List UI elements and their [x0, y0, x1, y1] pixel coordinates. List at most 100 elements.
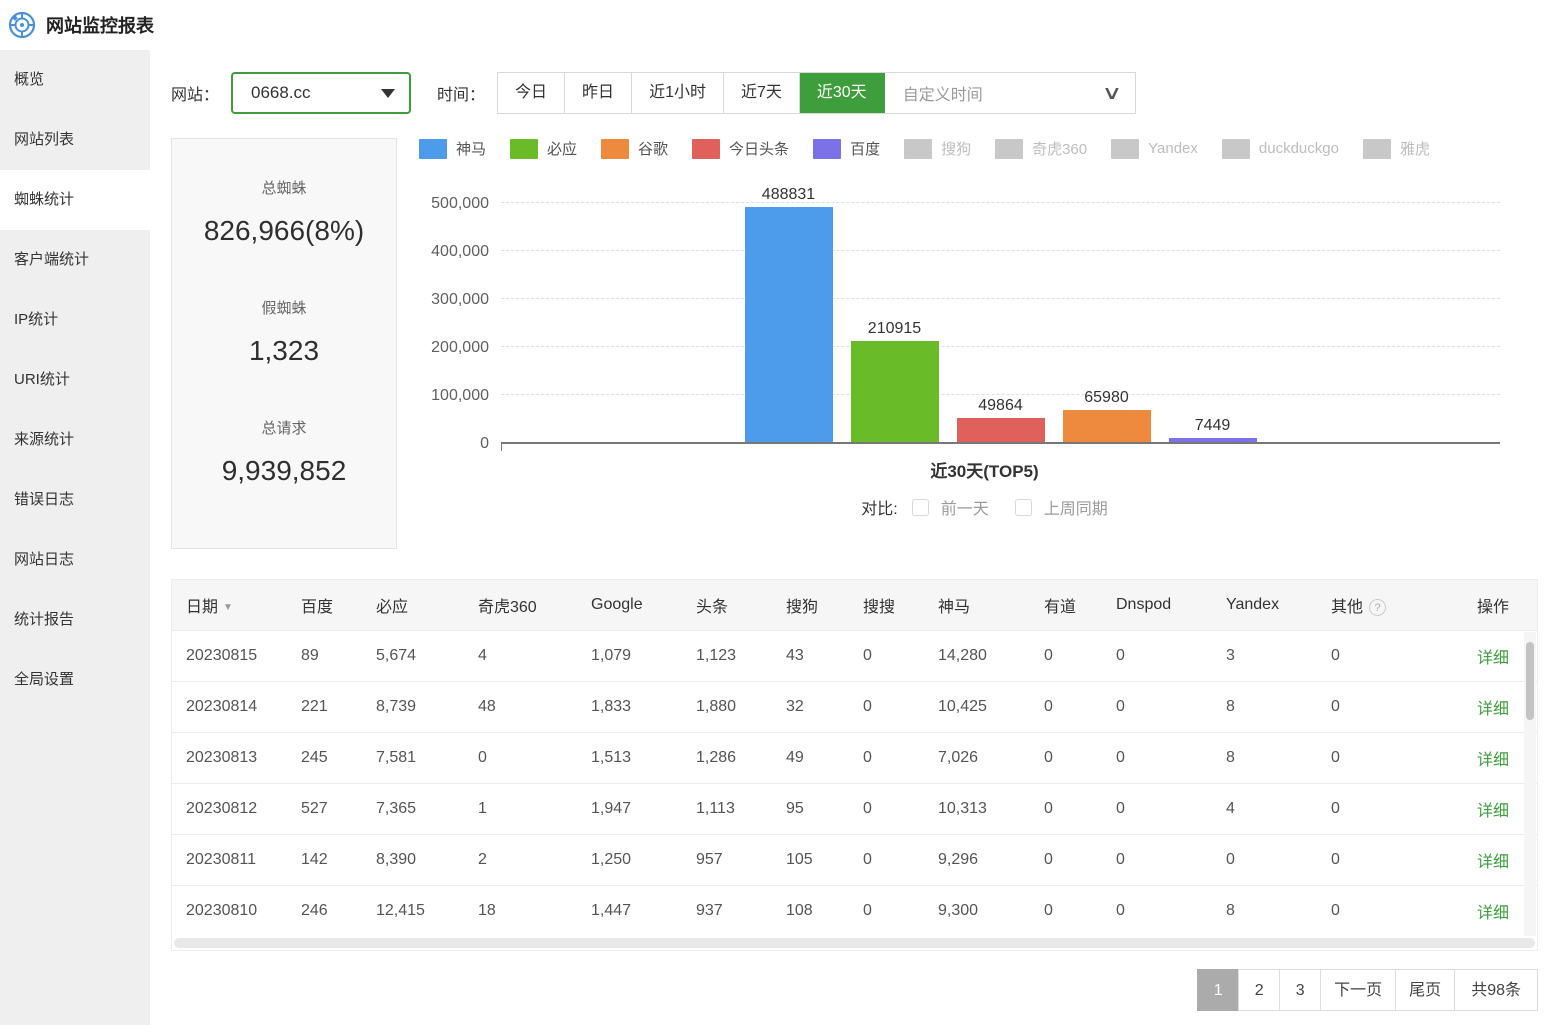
bar-bing[interactable]: 210915: [851, 320, 939, 442]
detail-link[interactable]: 详细: [1477, 752, 1509, 769]
compare-row: 对比: 前一天 上周同期: [419, 495, 1500, 519]
legend-item-qihu360[interactable]: 奇虎360: [995, 138, 1087, 159]
table-row: 20230814 2218,739 481,833 1,88032 010,42…: [172, 681, 1537, 732]
bar-value-label: 488831: [762, 186, 815, 204]
x-axis-line: [501, 442, 1500, 444]
sidebar-item-client-stats[interactable]: 客户端统计: [0, 230, 150, 290]
col-header-other: 其他?: [1331, 580, 1461, 630]
detail-link[interactable]: 详细: [1477, 650, 1509, 667]
sidebar-item-site-log[interactable]: 网站日志: [0, 530, 150, 590]
bar-value-label: 65980: [1084, 389, 1129, 407]
compare-prev-day-label: 前一天: [941, 495, 989, 519]
sort-desc-icon: ▼: [223, 602, 233, 613]
detail-link[interactable]: 详细: [1477, 803, 1509, 820]
legend-item-sogou[interactable]: 搜狗: [904, 138, 971, 159]
next-page-button[interactable]: 下一页: [1320, 969, 1396, 1011]
legend-item-duckduckgo[interactable]: duckduckgo: [1222, 138, 1339, 159]
bar-toutiao[interactable]: 49864: [957, 397, 1045, 442]
y-axis: 500,000 400,000 300,000 200,000 100,000 …: [419, 177, 501, 449]
bar-rect: [1063, 410, 1151, 442]
last-page-button[interactable]: 尾页: [1395, 969, 1455, 1011]
detail-link[interactable]: 详细: [1477, 701, 1509, 718]
legend-swatch: [601, 139, 629, 159]
stat-label: 假蜘蛛: [172, 297, 396, 318]
bar-value-label: 210915: [868, 320, 921, 338]
sidebar-item-stats-report[interactable]: 统计报告: [0, 590, 150, 650]
cell-date: 20230810: [172, 885, 301, 936]
page-3[interactable]: 3: [1279, 969, 1321, 1011]
pagination: 1 2 3 下一页 尾页 共98条: [171, 969, 1538, 1011]
detail-link[interactable]: 详细: [1477, 905, 1509, 922]
sidebar-item-source-stats[interactable]: 来源统计: [0, 410, 150, 470]
site-label: 网站：: [171, 81, 219, 105]
col-header-yandex: Yandex: [1226, 580, 1331, 630]
stat-total-spiders: 总蜘蛛 826,966(8%): [172, 177, 396, 247]
time-button-group: 今日 昨日 近1小时 近7天 近30天 自定义时间 ∨: [497, 72, 1136, 114]
bar-baidu[interactable]: 7449: [1169, 417, 1257, 442]
horizontal-scrollbar-track[interactable]: [174, 938, 1535, 948]
legend-item-yandex[interactable]: Yandex: [1111, 138, 1198, 159]
legend-item-google[interactable]: 谷歌: [601, 138, 668, 159]
compare-prev-day-checkbox[interactable]: [912, 499, 929, 516]
col-header-action: 操作: [1461, 580, 1537, 630]
legend-item-bing[interactable]: 必应: [510, 138, 577, 159]
legend-swatch: [995, 139, 1023, 159]
stats-panel: 总蜘蛛 826,966(8%) 假蜘蛛 1,323 总请求 9,939,852: [171, 138, 397, 549]
col-header-toutiao: 头条: [696, 580, 786, 630]
time-btn-yesterday[interactable]: 昨日: [565, 73, 632, 113]
time-btn-last-7d[interactable]: 近7天: [724, 73, 800, 113]
bar-rect: [745, 207, 833, 442]
table-row: 20230810 24612,415 181,447 937108 09,300…: [172, 885, 1537, 936]
legend-swatch: [1222, 139, 1250, 159]
help-icon[interactable]: ?: [1369, 599, 1386, 616]
site-select[interactable]: 0668.cc: [231, 72, 411, 114]
time-btn-last-30d[interactable]: 近30天: [800, 73, 885, 113]
sidebar-item-uri-stats[interactable]: URI统计: [0, 350, 150, 410]
compare-label: 对比:: [861, 495, 897, 519]
compare-last-week-checkbox[interactable]: [1015, 499, 1032, 516]
bars: 488831 210915 49864: [501, 186, 1500, 442]
vertical-scrollbar-thumb[interactable]: [1526, 642, 1534, 720]
page-2[interactable]: 2: [1238, 969, 1280, 1011]
bar-rect: [1169, 438, 1257, 442]
time-btn-today[interactable]: 今日: [498, 73, 565, 113]
vertical-scrollbar-track: [1524, 632, 1536, 936]
stat-total-requests: 总请求 9,939,852: [172, 417, 396, 487]
time-btn-last-1h[interactable]: 近1小时: [632, 73, 724, 113]
stat-value: 9,939,852: [172, 455, 396, 487]
sidebar-item-global-settings[interactable]: 全局设置: [0, 650, 150, 710]
bar-google[interactable]: 65980: [1063, 389, 1151, 442]
time-label: 时间：: [437, 81, 485, 105]
custom-time-select[interactable]: 自定义时间 ∨: [885, 73, 1135, 113]
cell-date: 20230812: [172, 783, 301, 834]
col-header-google: Google: [591, 580, 696, 630]
col-header-date[interactable]: 日期▼: [172, 580, 301, 630]
legend-item-yahoo[interactable]: 雅虎: [1363, 138, 1430, 159]
legend-swatch: [510, 139, 538, 159]
chevron-down-icon: ∨: [1101, 84, 1122, 103]
sidebar-item-error-log[interactable]: 错误日志: [0, 470, 150, 530]
legend-item-shenma[interactable]: 神马: [419, 138, 486, 159]
table-header-row: 日期▼ 百度 必应 奇虎360 Google 头条 搜狗 搜搜 神马 有道 Dn…: [172, 580, 1537, 630]
sidebar-item-overview[interactable]: 概览: [0, 50, 150, 110]
stat-value: 1,323: [172, 335, 396, 367]
cell-date: 20230811: [172, 834, 301, 885]
page-1[interactable]: 1: [1197, 969, 1239, 1011]
stat-label: 总蜘蛛: [172, 177, 396, 198]
sidebar-item-spider-stats[interactable]: 蜘蛛统计: [0, 170, 150, 230]
legend-item-toutiao[interactable]: 今日头条: [692, 138, 789, 159]
bar-shenma[interactable]: 488831: [745, 186, 833, 442]
cell-date: 20230815: [172, 630, 301, 681]
legend-item-baidu[interactable]: 百度: [813, 138, 880, 159]
col-header-qihu360: 奇虎360: [478, 580, 591, 630]
filter-bar: 网站： 0668.cc 时间： 今日 昨日 近1小时 近7天 近30天 自定义时…: [171, 72, 1538, 114]
sidebar-item-site-list[interactable]: 网站列表: [0, 110, 150, 170]
axis-tick: [501, 444, 502, 451]
bar-chart: 500,000 400,000 300,000 200,000 100,000 …: [419, 177, 1500, 449]
spider-table: 日期▼ 百度 必应 奇虎360 Google 头条 搜狗 搜搜 神马 有道 Dn…: [171, 579, 1538, 951]
col-header-soso: 搜搜: [863, 580, 938, 630]
detail-link[interactable]: 详细: [1477, 854, 1509, 871]
app-header: 网站监控报表: [0, 0, 1552, 50]
sidebar-item-ip-stats[interactable]: IP统计: [0, 290, 150, 350]
y-tick: 400,000: [431, 243, 489, 261]
